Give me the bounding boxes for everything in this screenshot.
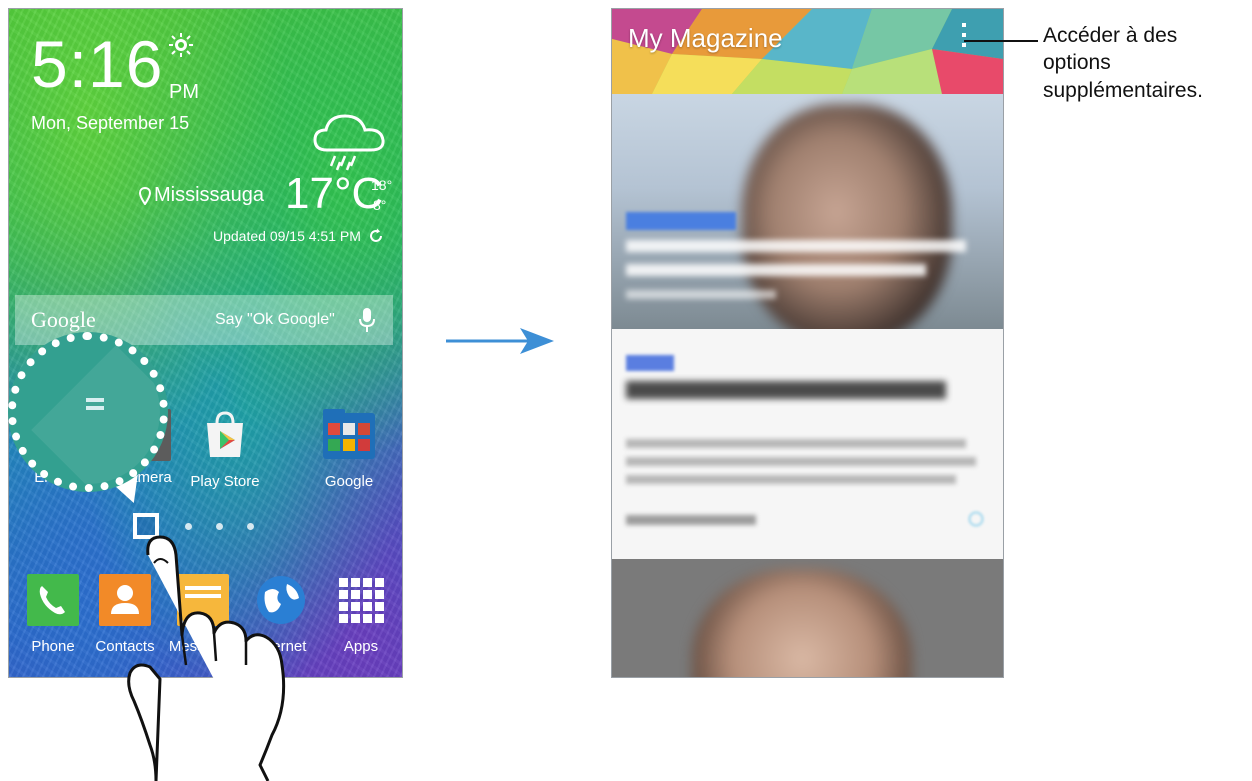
- loading-icon: [968, 511, 984, 527]
- google-folder-icon: [323, 409, 375, 459]
- magazine-title: My Magazine: [628, 23, 783, 53]
- story-excerpt-line: [626, 457, 976, 466]
- overflow-menu-icon[interactable]: [960, 23, 968, 53]
- current-temperature: 17°C: [285, 169, 384, 218]
- magnifier-callout: [8, 332, 168, 492]
- story-headline-line: [626, 264, 926, 276]
- callout-label: Accéder à des options supplémentaires.: [1043, 24, 1203, 102]
- temperature-high: 18°: [371, 177, 393, 193]
- callout-leader-line: [964, 40, 1038, 42]
- story-headline: [626, 381, 946, 399]
- app-label: Google: [324, 473, 374, 490]
- story-excerpt-line: [626, 475, 956, 484]
- google-logo: Google: [31, 307, 96, 332]
- story-headline-line: [626, 240, 966, 252]
- app-label: Phone: [31, 638, 75, 655]
- story-source: [626, 515, 756, 525]
- dock-apps[interactable]: Apps: [321, 574, 401, 655]
- featured-story[interactable]: [612, 94, 1003, 329]
- weather-location[interactable]: Mississauga: [139, 184, 264, 207]
- clock-ampm: PM: [169, 81, 199, 103]
- rain-cloud-icon[interactable]: [309, 104, 389, 174]
- next-story[interactable]: [612, 559, 1003, 677]
- story-photo: [692, 569, 912, 677]
- dock-phone[interactable]: Phone: [13, 574, 93, 655]
- apps-grid-icon: [339, 578, 384, 623]
- refresh-icon[interactable]: [368, 228, 384, 244]
- sun-alarm-icon: [169, 33, 193, 57]
- app-google-folder[interactable]: Google: [309, 409, 389, 490]
- my-magazine-screen: My Magazine: [611, 8, 1004, 678]
- app-play-store[interactable]: Play Store: [185, 409, 265, 490]
- voice-search-hint: Say "Ok Google": [215, 311, 335, 328]
- story-category-tag: [626, 355, 674, 371]
- phone-icon: [27, 574, 79, 626]
- app-label: Play Store: [190, 473, 260, 490]
- pointing-hand-icon: [127, 535, 286, 781]
- date-label: Mon, September 15: [31, 113, 190, 133]
- microphone-icon[interactable]: [359, 307, 375, 333]
- temperature-low: 8°: [373, 197, 387, 213]
- location-pin-icon: [139, 186, 151, 205]
- play-store-icon: [207, 411, 243, 457]
- home-menu-icon: [86, 398, 104, 414]
- weather-updated-time: Updated 09/15 4:51 PM: [213, 228, 361, 244]
- location-name: Mississauga: [154, 184, 265, 206]
- app-label: Apps: [343, 638, 379, 655]
- clock-time: 5:16: [31, 27, 164, 101]
- story-excerpt-line: [626, 439, 966, 448]
- transition-arrow-icon: [446, 328, 554, 354]
- story-category-tag: [626, 212, 736, 230]
- story-meta-line: [626, 290, 776, 299]
- story-card[interactable]: [612, 329, 1003, 559]
